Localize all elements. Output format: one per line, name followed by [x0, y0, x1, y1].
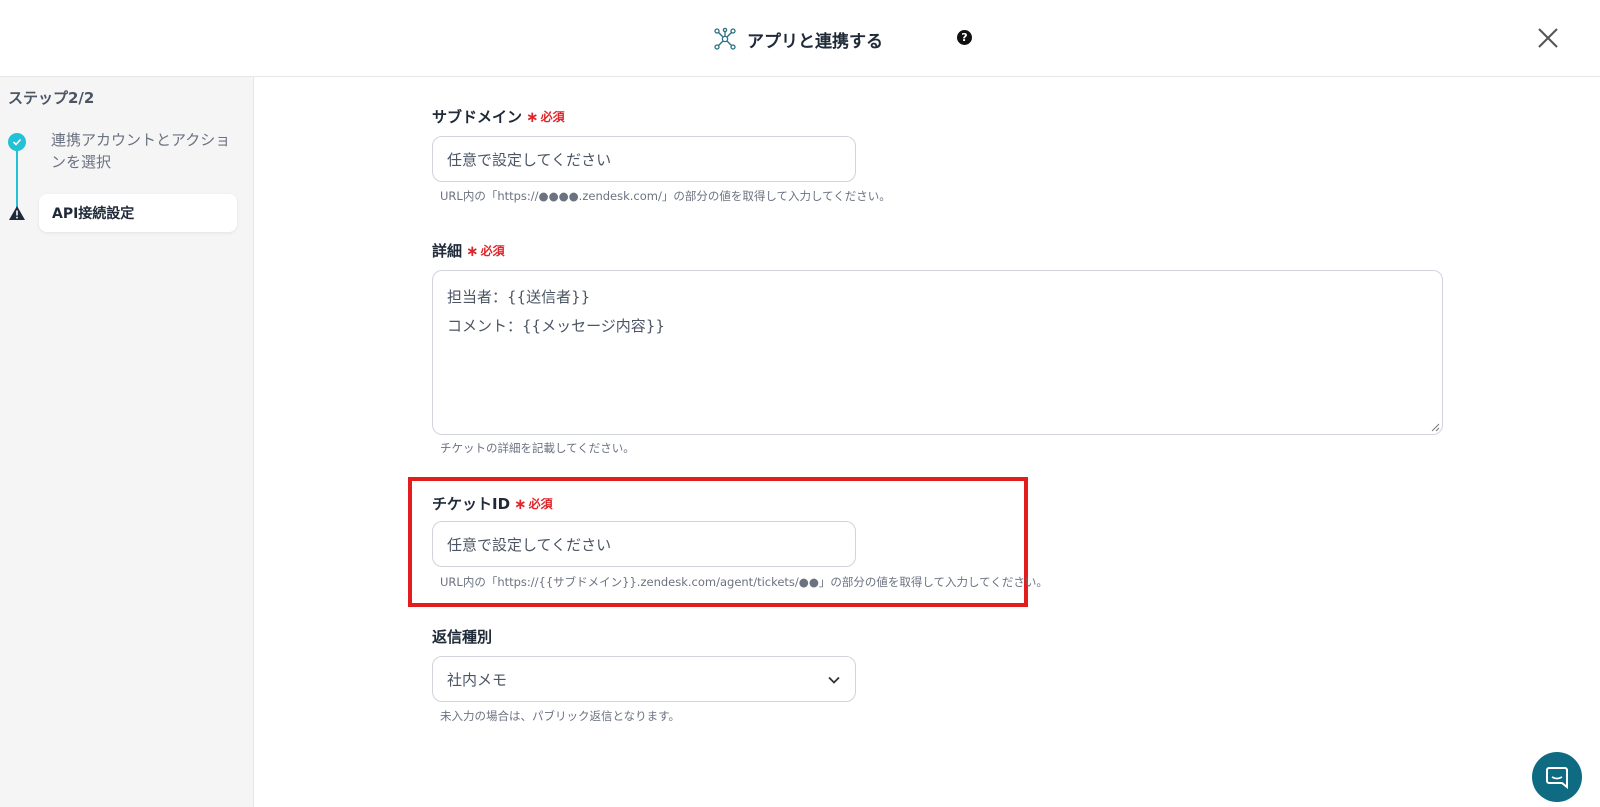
step-connector [16, 143, 18, 213]
reply-type-value: 社内メモ [447, 670, 508, 689]
required-badge: ∗ 必須 [514, 494, 553, 513]
subdomain-label: サブドメイン ∗ 必須 [432, 106, 565, 127]
ticket-id-placeholder: 任意で設定してください [447, 535, 612, 554]
detail-line: 担当者：{{送信者}} [447, 288, 591, 306]
step-item-account-action[interactable]: 連携アカウントとアクションを選択 [51, 129, 231, 173]
chat-button[interactable] [1532, 752, 1582, 802]
detail-textarea[interactable]: 担当者：{{送信者}} コメント：{{メッセージ内容}} [432, 270, 1443, 435]
subdomain-input[interactable]: 任意で設定してください [432, 136, 856, 182]
detail-label: 詳細 ∗ 必須 [432, 240, 505, 261]
ticket-id-label-text: チケットID [432, 495, 511, 513]
subdomain-hint: URL内の「https://●●●●.zendesk.com/」の部分の値を取得… [440, 189, 891, 203]
required-text: 必須 [528, 497, 553, 511]
detail-line: コメント：{{メッセージ内容}} [447, 317, 665, 335]
step-counter: ステップ2/2 [8, 89, 95, 107]
help-glyph: ? [961, 31, 968, 44]
subdomain-placeholder: 任意で設定してください [447, 150, 612, 169]
reply-type-select[interactable]: 社内メモ [432, 656, 856, 702]
step-sidebar: ステップ2/2 連携アカウントとアクションを選択 API接続設定 [0, 77, 254, 807]
chevron-down-icon [828, 676, 840, 684]
required-badge: ∗ 必須 [466, 241, 505, 260]
resize-handle-icon[interactable] [1430, 422, 1440, 432]
network-icon [714, 27, 736, 50]
warning-icon [9, 206, 25, 220]
subdomain-label-text: サブドメイン [432, 108, 523, 126]
reply-type-label: 返信種別 [432, 626, 492, 647]
ticket-id-hint: URL内の「https://{{サブドメイン}}.zendesk.com/age… [440, 575, 1048, 589]
required-text: 必須 [540, 110, 565, 124]
chat-icon [1546, 767, 1568, 790]
detail-label-text: 詳細 [432, 242, 463, 260]
close-icon[interactable] [1536, 26, 1560, 50]
detail-hint: チケットの詳細を記載してください。 [440, 441, 635, 455]
required-text: 必須 [480, 244, 505, 258]
reply-type-label-text: 返信種別 [432, 628, 493, 646]
header-title-group: アプリと連携する [713, 25, 883, 53]
ticket-id-label: チケットID ∗ 必須 [432, 493, 553, 514]
modal-header: アプリと連携する ? [0, 0, 1600, 77]
modal-title: アプリと連携する [747, 31, 883, 52]
required-badge: ∗ 必須 [526, 107, 565, 126]
reply-type-hint: 未入力の場合は、パブリック返信となります。 [440, 709, 681, 723]
check-icon [8, 133, 26, 151]
help-icon[interactable]: ? [957, 30, 972, 45]
step-item-api-settings[interactable]: API接続設定 [39, 194, 237, 232]
ticket-id-input[interactable]: 任意で設定してください [432, 521, 856, 567]
